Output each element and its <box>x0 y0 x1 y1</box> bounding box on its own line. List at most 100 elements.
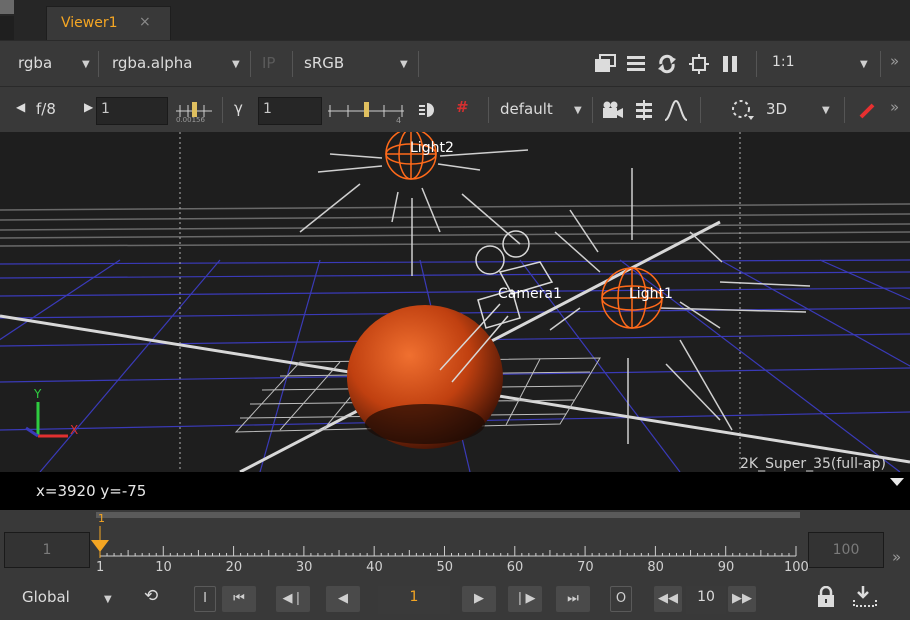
separator <box>844 97 845 123</box>
frame-tick-label: 60 <box>506 560 524 575</box>
timeline-range-bar[interactable] <box>96 512 800 518</box>
play-forward-button[interactable]: ▶ <box>462 586 496 612</box>
gamma-slider-max: 4 <box>396 116 402 125</box>
frame-increment-field[interactable]: 10 <box>686 586 726 614</box>
loop-mode-icon[interactable]: ⟲ <box>144 586 158 606</box>
play-backward-icon: ◀ <box>338 591 348 606</box>
fstop-label[interactable]: f/8 <box>36 100 56 118</box>
colorspace-select[interactable]: sRGB <box>304 54 344 72</box>
light2-label: Light2 <box>410 140 454 156</box>
separator <box>98 51 99 77</box>
view-mode-select[interactable]: 3D <box>766 100 787 118</box>
guides-icon[interactable]: # <box>456 98 469 116</box>
frame-tick-label: 50 <box>436 560 454 575</box>
channels-select[interactable]: rgba <box>18 54 52 72</box>
node-list-icon[interactable] <box>634 99 654 121</box>
chevron-down-icon[interactable]: ▼ <box>574 105 582 116</box>
viewer-viewport[interactable]: Light2 Light1 Camera1 2K_Super_35(full-a… <box>0 132 910 472</box>
tab-viewer1[interactable]: Viewer1 × <box>46 6 171 40</box>
chevron-down-icon[interactable]: ▼ <box>400 59 408 70</box>
roi-icon[interactable] <box>688 53 710 75</box>
play-icon: ▶ <box>474 591 484 606</box>
3d-scene[interactable]: Light2 Light1 Camera1 2K_Super_35(full-a… <box>0 132 910 472</box>
pane-menu-grip[interactable] <box>0 0 14 14</box>
out-point-button[interactable]: O <box>610 586 632 612</box>
first-frame-button[interactable]: ⏮ <box>222 586 256 612</box>
play-backward-button[interactable]: ◀ <box>326 586 360 612</box>
status-bar: x=3920 y=-75 <box>0 472 910 510</box>
frame-tick-label: 40 <box>366 560 383 575</box>
separator <box>292 51 293 77</box>
stereo-icon[interactable] <box>418 100 438 120</box>
gain-slider-ticks: 0.00156 <box>176 116 205 124</box>
out-frame-field[interactable]: 100 <box>808 532 884 568</box>
gamma-slider[interactable] <box>326 97 406 125</box>
tab-bar: Viewer1 × <box>0 0 910 40</box>
step-forward-increment-button[interactable]: ▶▶ <box>728 586 756 612</box>
overflow-chevron-icon[interactable]: » <box>890 52 899 70</box>
next-keyframe-button[interactable]: ❘▶ <box>508 586 542 612</box>
separator <box>250 51 251 77</box>
lock-icon[interactable] <box>816 586 836 608</box>
gain-field[interactable]: 1 <box>96 97 168 125</box>
scope-select[interactable]: Global <box>22 588 70 606</box>
selection-mode-icon[interactable] <box>730 98 756 122</box>
camera-icon[interactable] <box>602 100 624 120</box>
collapse-arrow-icon[interactable] <box>890 478 904 486</box>
in-point-button[interactable]: I <box>194 586 216 612</box>
separator <box>222 97 223 123</box>
fstop-decrease-icon[interactable]: ◀ <box>16 100 25 114</box>
gamma-field[interactable]: 1 <box>258 97 322 125</box>
frame-tick-label: 70 <box>577 560 594 575</box>
format-label: 2K_Super_35(full-ap) <box>740 456 886 472</box>
fstop-increase-icon[interactable]: ▶ <box>84 100 93 114</box>
frame-tick-label: 1 <box>96 560 105 575</box>
pane-menu-handle[interactable] <box>0 16 14 40</box>
cursor-coordinates: x=3920 y=-75 <box>36 482 147 500</box>
skip-to-start-icon: ⏮ <box>233 591 245 606</box>
current-frame-field[interactable]: 1 <box>378 586 450 614</box>
skip-to-end-icon: ⏭ <box>567 591 579 606</box>
frame-tick-label: 80 <box>647 560 664 575</box>
light1-label: Light1 <box>629 286 673 302</box>
chevron-down-icon[interactable]: ▼ <box>860 59 868 70</box>
timeline-panel: 1 100 » 1 1 10 20 30 40 50 60 70 80 90 100 Global … <box>0 510 910 620</box>
last-frame-button[interactable]: ⏭ <box>556 586 590 612</box>
step-back-increment-button[interactable]: ◀◀ <box>654 586 682 612</box>
horizon-lines <box>0 203 910 247</box>
separator <box>880 51 881 77</box>
curve-icon[interactable] <box>664 99 688 121</box>
close-icon[interactable]: × <box>139 14 151 30</box>
sphere-shadow <box>365 404 485 444</box>
current-frame-marker-label: 1 <box>98 512 105 525</box>
tab-title: Viewer1 <box>61 15 118 31</box>
flipbook-icon[interactable] <box>852 584 878 610</box>
refresh-icon[interactable] <box>656 53 678 75</box>
gamma-label: γ <box>234 99 243 117</box>
step-forward-icon: ❘▶ <box>514 591 536 606</box>
overflow-chevron-icon[interactable]: » <box>892 548 901 566</box>
lut-select[interactable]: default <box>500 100 553 118</box>
chevron-down-icon[interactable]: ▼ <box>104 594 112 605</box>
fast-forward-icon: ▶▶ <box>732 591 752 606</box>
chevron-down-icon[interactable]: ▼ <box>82 59 90 70</box>
separator <box>418 51 419 77</box>
list-icon[interactable] <box>626 54 646 74</box>
frame-tick-label: 100 <box>784 560 809 575</box>
viewer-toolbar-top: rgba ▼ rgba.alpha ▼ IP sRGB ▼ 1:1 ▼ » <box>0 40 910 86</box>
prev-keyframe-button[interactable]: ◀❘ <box>276 586 310 612</box>
camera1-label: Camera1 <box>498 286 562 302</box>
alpha-channel-select[interactable]: rgba.alpha <box>112 54 193 72</box>
color-picker-icon[interactable] <box>858 100 878 120</box>
window-icon[interactable] <box>594 54 616 74</box>
axis-gizmo <box>25 402 68 438</box>
rewind-icon: ◀◀ <box>658 591 678 606</box>
in-frame-field[interactable]: 1 <box>4 532 90 568</box>
overflow-chevron-icon[interactable]: » <box>890 98 899 116</box>
viewer-toolbar-bottom: ◀ f/8 ▶ 1 0.00156 γ 1 4 # default ▼ 3D ▼… <box>0 86 910 132</box>
zoom-select[interactable]: 1:1 <box>772 54 795 70</box>
chevron-down-icon[interactable]: ▼ <box>232 59 240 70</box>
chevron-down-icon[interactable]: ▼ <box>822 105 830 116</box>
pause-icon[interactable] <box>720 54 740 74</box>
ip-toggle[interactable]: IP <box>262 54 275 72</box>
